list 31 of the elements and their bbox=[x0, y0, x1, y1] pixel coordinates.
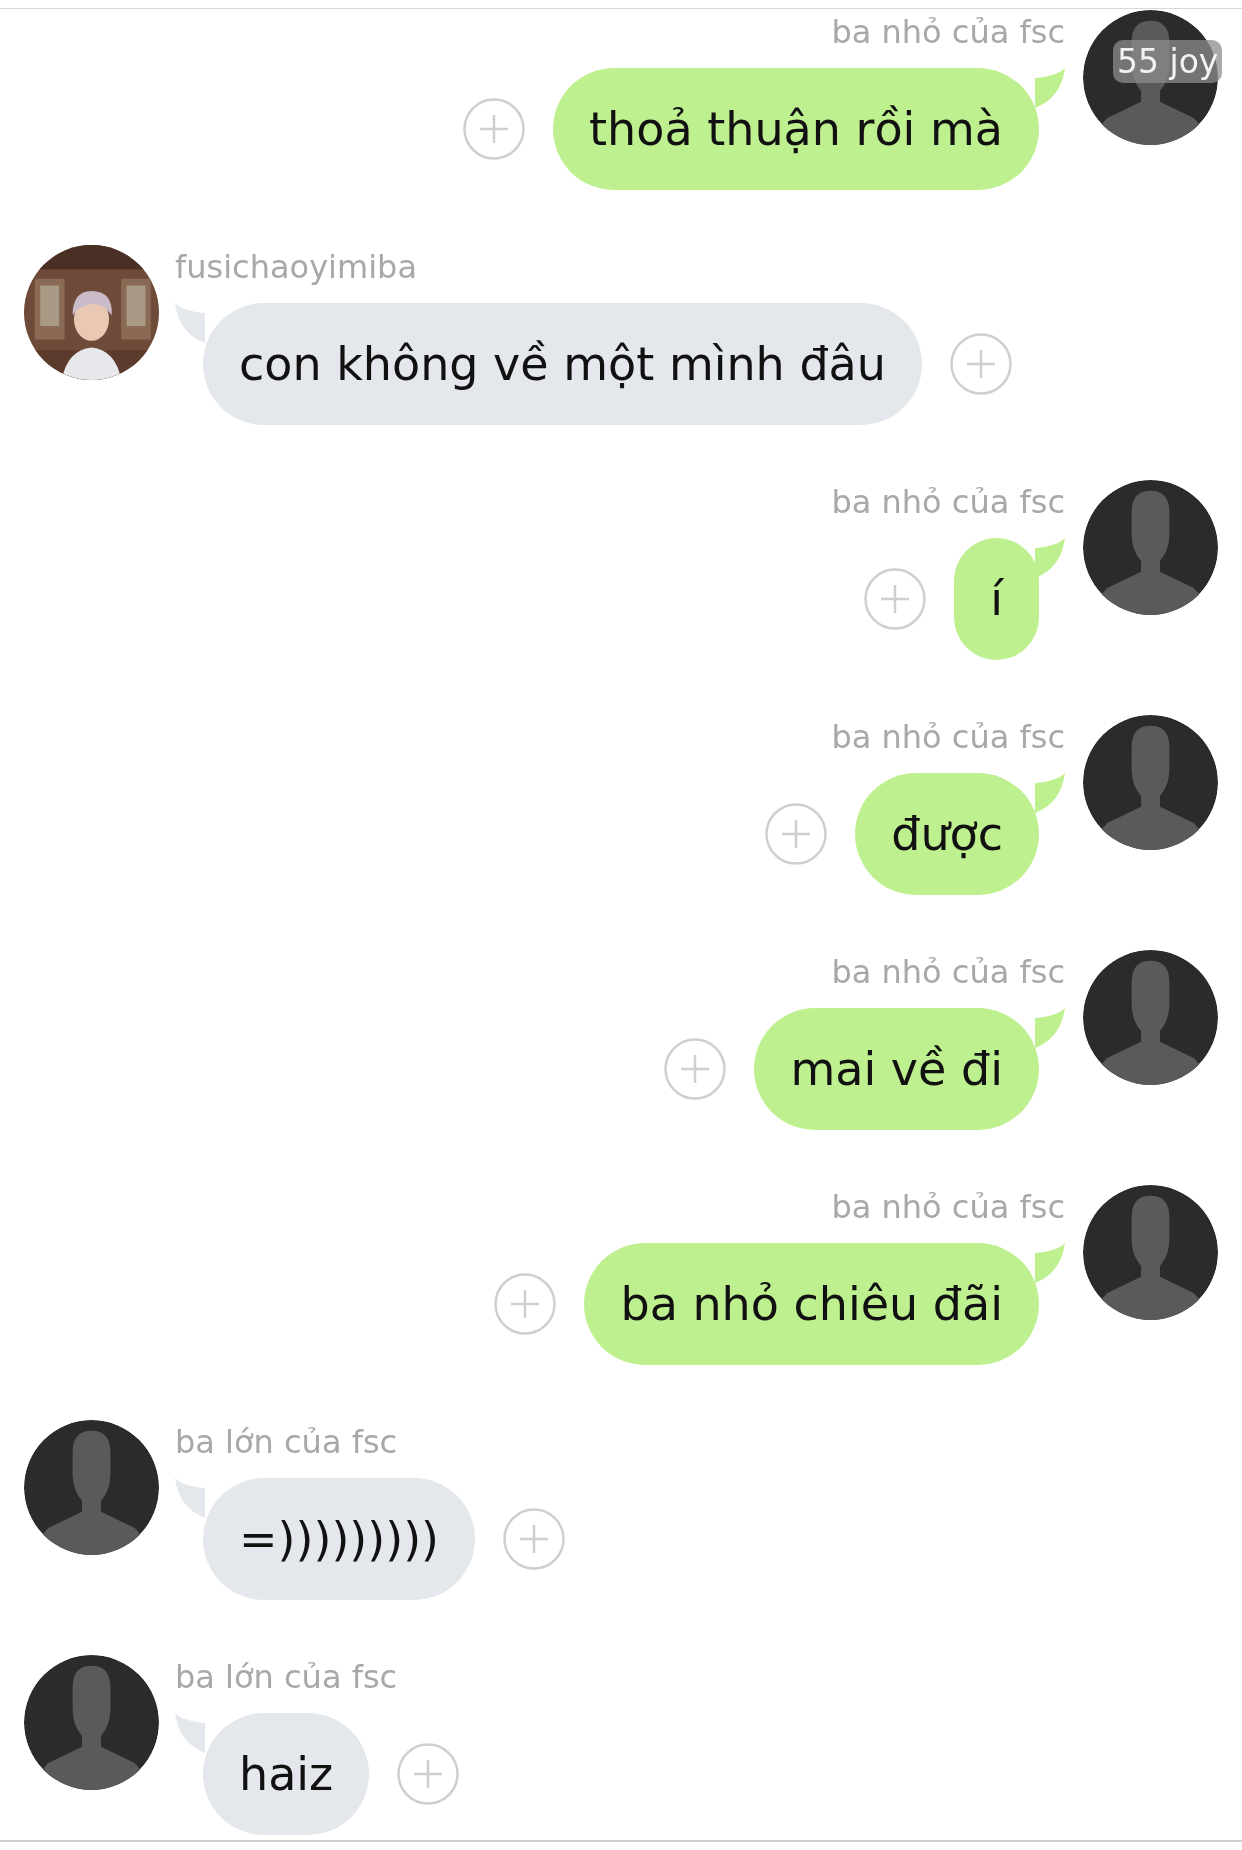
sender-name: ba nhỏ của fsc bbox=[831, 1187, 1065, 1228]
avatar-icon bbox=[1083, 715, 1218, 850]
avatar-icon bbox=[24, 1420, 159, 1555]
avatar-icon bbox=[1083, 950, 1218, 1085]
bubble-tail bbox=[1035, 68, 1065, 108]
bubble-tail bbox=[1035, 1243, 1065, 1283]
bubble-tail bbox=[175, 1713, 205, 1753]
add-reaction-icon[interactable] bbox=[397, 1743, 460, 1805]
avatar-icon bbox=[1083, 480, 1218, 615]
add-reaction-icon[interactable] bbox=[864, 568, 927, 630]
sender-name: ba lớn của fsc bbox=[175, 1422, 398, 1463]
bubble-tail bbox=[1035, 538, 1065, 578]
bubble-tail bbox=[175, 303, 205, 343]
add-reaction-icon[interactable] bbox=[463, 98, 526, 160]
add-reaction-icon[interactable] bbox=[949, 333, 1012, 395]
avatar-icon bbox=[24, 1655, 159, 1790]
add-reaction-icon[interactable] bbox=[503, 1508, 566, 1570]
sender-name: ba nhỏ của fsc bbox=[831, 12, 1065, 53]
sticker-label: 55 joy bbox=[1113, 40, 1223, 83]
bubble-tail bbox=[1035, 1008, 1065, 1048]
sender-name: ba lớn của fsc bbox=[175, 1657, 398, 1698]
sender-name: ba nhỏ của fsc bbox=[831, 482, 1065, 523]
bubble-tail bbox=[175, 1478, 205, 1518]
sender-name: ba nhỏ của fsc bbox=[831, 952, 1065, 993]
bubble-tail bbox=[1035, 773, 1065, 813]
sender-name: fusichaoyimiba bbox=[175, 247, 417, 288]
add-reaction-icon[interactable] bbox=[664, 1038, 727, 1100]
avatar-icon bbox=[1083, 1185, 1218, 1320]
add-reaction-icon[interactable] bbox=[765, 803, 828, 865]
sender-name: ba nhỏ của fsc bbox=[831, 717, 1065, 758]
add-reaction-icon[interactable] bbox=[494, 1273, 557, 1335]
